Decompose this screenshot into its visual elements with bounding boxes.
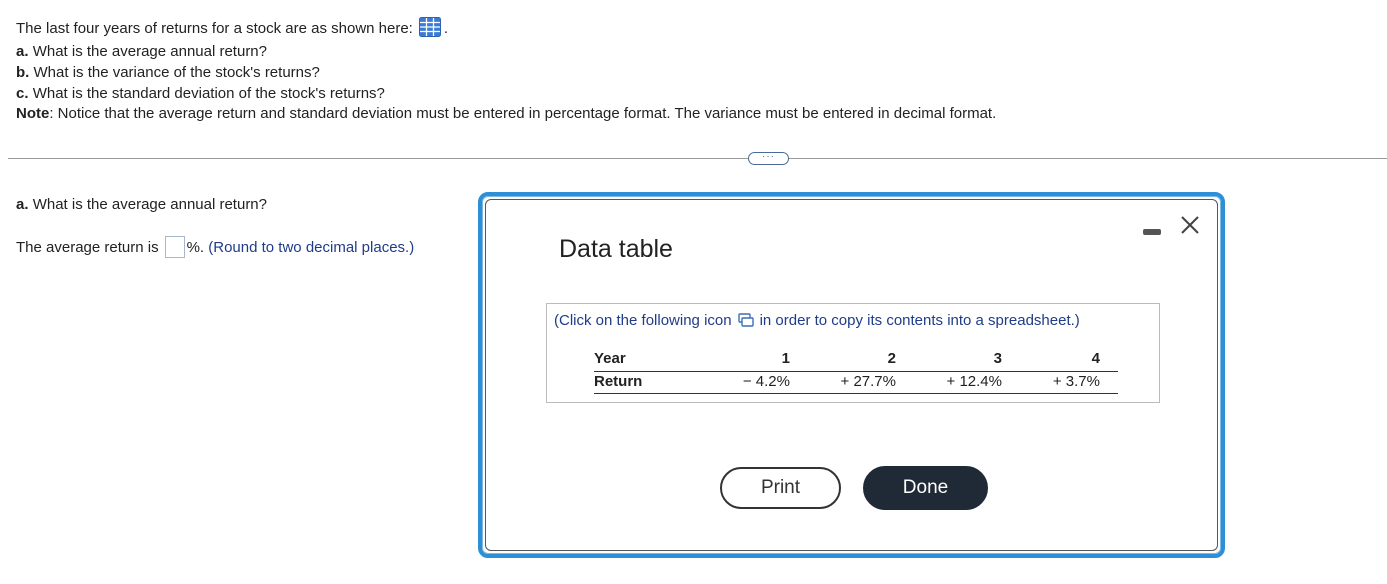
return-label: Return bbox=[594, 371, 694, 394]
question-part-b-text: What is the variance of the stock's retu… bbox=[33, 64, 320, 81]
answer-unit: %. bbox=[186, 239, 205, 256]
answer-part-heading: a. What is the average annual return? bbox=[16, 196, 267, 213]
copy-to-spreadsheet-icon[interactable] bbox=[737, 313, 754, 327]
minimize-icon[interactable] bbox=[1143, 229, 1161, 235]
question-note-text: : Notice that the average return and sta… bbox=[49, 105, 997, 122]
question-note-label: Note bbox=[16, 105, 50, 122]
table-row: Return − 4.2% + 27.7% + 12.4% + 3.7% bbox=[594, 371, 1118, 394]
question-part-a: a. What is the average annual return? bbox=[16, 43, 267, 60]
answer-prompt: The average return is bbox=[16, 239, 159, 256]
question-part-c: c. What is the standard deviation of the… bbox=[16, 85, 385, 102]
copy-note-after: in order to copy its contents into a spr… bbox=[759, 312, 1080, 329]
year-cell: 2 bbox=[806, 349, 910, 372]
answer-part-letter: a. bbox=[16, 196, 29, 213]
average-return-input[interactable] bbox=[164, 236, 185, 258]
print-button[interactable]: Print bbox=[720, 467, 841, 509]
table-header-row: Year 1 2 3 4 bbox=[594, 349, 1118, 372]
year-cell: 4 bbox=[1014, 349, 1118, 372]
copy-instruction: (Click on the following icon in order to… bbox=[554, 312, 1080, 329]
done-button[interactable]: Done bbox=[863, 466, 988, 510]
data-table-box: (Click on the following icon in order to… bbox=[546, 303, 1160, 403]
dialog-title: Data table bbox=[559, 235, 673, 263]
question-part-b-letter: b. bbox=[16, 64, 30, 81]
answer-part-text: What is the average annual return? bbox=[32, 196, 267, 213]
question-note: Note: Notice that the average return and… bbox=[16, 105, 996, 122]
question-part-a-letter: a. bbox=[16, 43, 29, 60]
return-cell: + 3.7% bbox=[1014, 371, 1118, 394]
question-intro: The last four years of returns for a sto… bbox=[16, 17, 448, 37]
close-icon[interactable] bbox=[1179, 214, 1201, 236]
returns-table: Year 1 2 3 4 Return − 4.2% + 27.7% + 12.… bbox=[594, 349, 1118, 394]
year-cell: 3 bbox=[910, 349, 1014, 372]
question-part-c-text: What is the standard deviation of the st… bbox=[32, 85, 385, 102]
section-divider bbox=[8, 158, 1387, 159]
copy-note-before: (Click on the following icon bbox=[554, 312, 732, 329]
expand-more-button[interactable]: ··· bbox=[748, 152, 789, 165]
return-cell: + 27.7% bbox=[806, 371, 910, 394]
question-intro-text: The last four years of returns for a sto… bbox=[16, 20, 413, 37]
year-cell: 1 bbox=[694, 349, 806, 372]
question-part-a-text: What is the average annual return? bbox=[32, 43, 267, 60]
year-header: Year bbox=[594, 349, 694, 372]
data-table-dialog: Data table (Click on the following icon … bbox=[478, 192, 1225, 558]
question-intro-suffix: . bbox=[443, 20, 449, 37]
round-hint: (Round to two decimal places.) bbox=[208, 239, 415, 256]
data-table-icon[interactable] bbox=[418, 17, 441, 37]
return-cell: − 4.2% bbox=[694, 371, 806, 394]
return-cell: + 12.4% bbox=[910, 371, 1014, 394]
answer-line: The average return is%. (Round to two de… bbox=[16, 236, 414, 258]
question-part-c-letter: c. bbox=[16, 85, 29, 102]
question-part-b: b. What is the variance of the stock's r… bbox=[16, 64, 320, 81]
